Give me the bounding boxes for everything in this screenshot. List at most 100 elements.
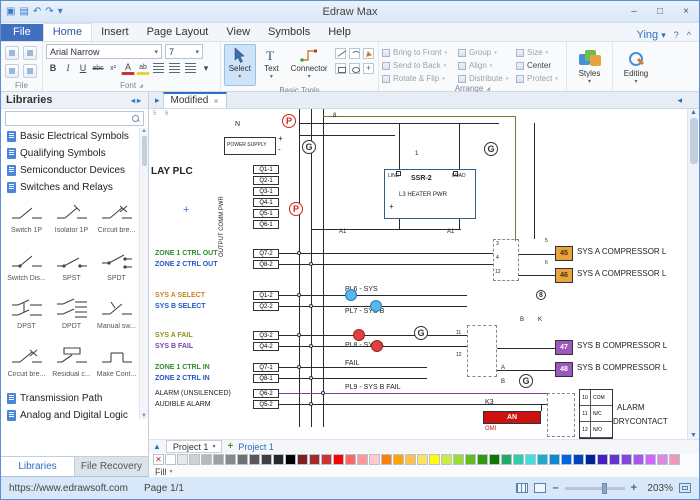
tab-home[interactable]: Home	[43, 23, 92, 41]
symbol-manual-sw[interactable]: Manual sw...	[94, 294, 139, 342]
scroll-thumb[interactable]	[142, 136, 147, 166]
diagram-label[interactable]: +	[278, 135, 283, 143]
diagram-label[interactable]: 5	[545, 239, 548, 244]
symbol-residual-c[interactable]: Residual c...	[49, 342, 94, 390]
indicator-circle[interactable]: 8	[536, 290, 546, 300]
strikethrough-button[interactable]: abc	[91, 61, 105, 75]
vertical-scrollbar[interactable]: ▲ ▼	[687, 109, 699, 439]
symbol-make-cont[interactable]: Make Cont...	[94, 342, 139, 390]
diagram-shape[interactable]	[224, 137, 276, 155]
scroll-down-icon[interactable]: ▼	[141, 413, 147, 419]
rotate-flip-button[interactable]: Rotate & Flip▾	[382, 73, 454, 84]
color-swatch[interactable]	[225, 454, 236, 465]
diagram-label[interactable]: 11	[456, 331, 461, 336]
color-swatch[interactable]	[213, 454, 224, 465]
terminal-label[interactable]: Q1-2	[253, 291, 279, 300]
color-swatch[interactable]	[549, 454, 560, 465]
indicator-circle[interactable]: G	[302, 140, 316, 154]
terminal-label[interactable]: Q6-2	[253, 389, 279, 398]
terminal-label[interactable]: Q5-1	[253, 209, 279, 218]
font-color-button[interactable]: A	[121, 61, 135, 75]
color-swatch[interactable]	[237, 454, 248, 465]
lamp-circle[interactable]	[345, 289, 357, 301]
tab-page-layout[interactable]: Page Layout	[138, 24, 218, 41]
search-icon[interactable]	[132, 115, 140, 123]
styles-button[interactable]: Styles ▾	[568, 44, 612, 86]
terminal-label[interactable]: Q3-1	[253, 187, 279, 196]
color-swatch[interactable]	[441, 454, 452, 465]
text-tool-button[interactable]: T Text ▾	[256, 44, 288, 86]
font-dialog-launcher-icon[interactable]: ◢	[139, 83, 143, 89]
color-swatch[interactable]	[501, 454, 512, 465]
sheet-nav-icon[interactable]: ▲	[153, 442, 161, 451]
diagram-label[interactable]: N	[235, 121, 240, 128]
symbol-spst[interactable]: SPST	[49, 246, 94, 294]
align-center-icon[interactable]	[169, 63, 180, 73]
tab-symbols[interactable]: Symbols	[259, 24, 319, 41]
cut-button[interactable]	[5, 64, 19, 78]
diagram-label[interactable]: ZONE 2 CTRL OUT	[155, 261, 217, 268]
diagram-label[interactable]: PL9 - SYS B FAIL	[345, 384, 401, 391]
diagram-label[interactable]: A1	[447, 229, 454, 235]
diagram-shape[interactable]: 45	[555, 246, 573, 261]
color-swatch[interactable]	[585, 454, 596, 465]
color-swatch[interactable]	[573, 454, 584, 465]
superscript-button[interactable]: x²	[106, 61, 120, 75]
terminal-label[interactable]: Q8-1	[253, 374, 279, 383]
library-item[interactable]: Basic Electrical Symbols	[1, 128, 148, 145]
library-item[interactable]: Qualifying Symbols	[1, 145, 148, 162]
color-swatch[interactable]	[297, 454, 308, 465]
terminal-label[interactable]: Q6-1	[253, 220, 279, 229]
color-swatch[interactable]	[201, 454, 212, 465]
diagram-shape[interactable]: 48	[555, 362, 573, 377]
fullscreen-icon[interactable]	[534, 483, 546, 493]
diagram-label[interactable]: SYS B FAIL	[155, 343, 193, 350]
zoom-in-button[interactable]: +	[631, 482, 637, 494]
align-button[interactable]: Align▾	[458, 60, 512, 71]
color-swatch[interactable]	[453, 454, 464, 465]
library-item[interactable]: Analog and Digital Logic	[1, 407, 148, 424]
terminal-label[interactable]: Q7-2	[253, 249, 279, 258]
diagram-shape[interactable]	[396, 171, 401, 176]
diagram-label[interactable]: A1	[339, 229, 346, 235]
arc-tool-icon[interactable]	[349, 48, 360, 59]
symbol-dpst[interactable]: DPST	[4, 294, 49, 342]
color-swatch[interactable]	[393, 454, 404, 465]
help-icon[interactable]: ?	[674, 30, 679, 40]
diagram-shape[interactable]	[467, 325, 497, 377]
scroll-up-icon[interactable]: ▲	[141, 128, 147, 134]
diagram-label[interactable]: ZONE 2 CTRL IN	[155, 375, 210, 382]
indicator-circle[interactable]: G	[519, 374, 533, 388]
diagram-label[interactable]: K3	[485, 399, 494, 406]
indicator-circle[interactable]: P	[289, 202, 303, 216]
color-swatch[interactable]	[429, 454, 440, 465]
bring-to-front-button[interactable]: Bring to Front▾	[382, 47, 454, 58]
fill-label[interactable]: Fill	[155, 467, 167, 477]
color-swatch[interactable]	[669, 454, 680, 465]
terminal-label[interactable]: Q7-1	[253, 363, 279, 372]
group-button[interactable]: Group▾	[458, 47, 512, 58]
diagram-shape[interactable]: AN	[483, 411, 541, 424]
paste-button[interactable]	[5, 46, 19, 60]
font-size-select[interactable]: 7▾	[165, 44, 203, 59]
panel-forward-icon[interactable]: ▸	[137, 96, 143, 105]
select-tool-button[interactable]: Select ▾	[224, 44, 256, 86]
diagram-label[interactable]: K	[538, 317, 542, 323]
distribute-button[interactable]: Distribute▾	[458, 73, 512, 84]
tab-insert[interactable]: Insert	[92, 24, 138, 41]
library-item[interactable]: Transmission Path	[1, 390, 148, 407]
terminal-label[interactable]: Q1-1	[253, 165, 279, 174]
library-item[interactable]: Semiconductor Devices	[1, 162, 148, 179]
terminal-label[interactable]: Q2-1	[253, 176, 279, 185]
color-swatch[interactable]	[345, 454, 356, 465]
color-swatch[interactable]	[417, 454, 428, 465]
diagram-label[interactable]: SYS B SELECT	[155, 303, 206, 310]
symbol-switch-1p[interactable]: Switch 1P	[4, 198, 49, 246]
symbol-dpdt[interactable]: DPDT	[49, 294, 94, 342]
diagram-label[interactable]: -	[278, 146, 281, 154]
color-swatch[interactable]	[249, 454, 260, 465]
symbol-circuit-bre[interactable]: Circuit bre...	[94, 198, 139, 246]
diagram-shape[interactable]	[384, 169, 476, 219]
lamp-circle[interactable]	[370, 300, 382, 312]
diagram-label[interactable]: SYS B COMPRESSOR L	[577, 364, 667, 372]
